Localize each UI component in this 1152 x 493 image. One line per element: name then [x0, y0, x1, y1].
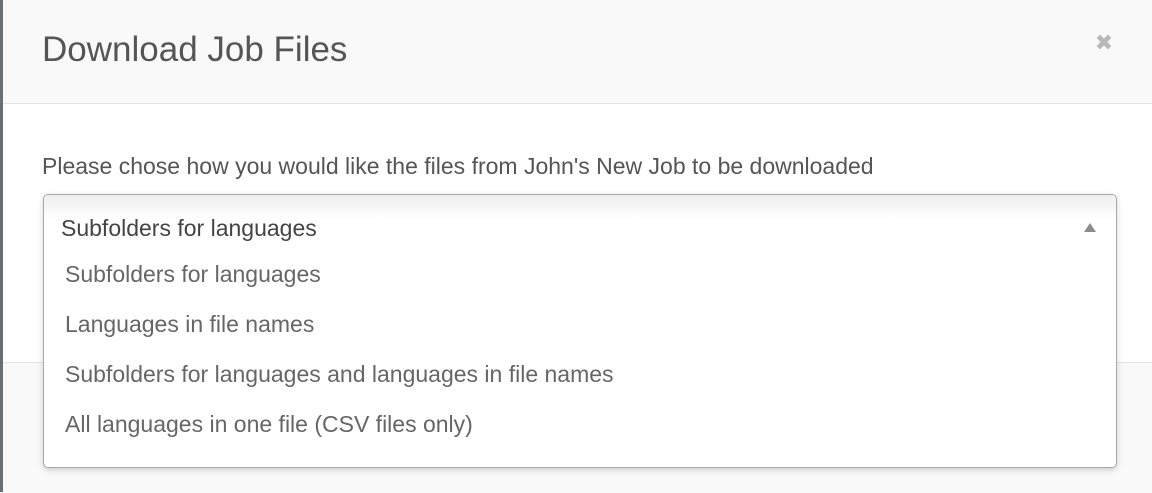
- arrow-up-icon[interactable]: [1084, 223, 1096, 232]
- select-option-subfolders-and-file-names[interactable]: Subfolders for languages and languages i…: [44, 349, 1116, 399]
- select-option-subfolders[interactable]: Subfolders for languages: [44, 249, 1116, 299]
- select-option-one-file-csv[interactable]: All languages in one file (CSV files onl…: [44, 399, 1116, 449]
- download-option-select[interactable]: Subfolders for languages Subfolders for …: [43, 194, 1117, 468]
- select-selected-label: Subfolders for languages: [61, 215, 317, 241]
- dialog-title: Download Job Files: [42, 30, 348, 69]
- select-option-file-names[interactable]: Languages in file names: [44, 299, 1116, 349]
- select-current-value[interactable]: Subfolders for languages: [44, 195, 1116, 249]
- download-job-files-dialog: Download Job Files ✖ Please chose how yo…: [3, 0, 1152, 493]
- close-icon[interactable]: ✖: [1092, 31, 1116, 55]
- select-options-list: Subfolders for languages Languages in fi…: [44, 249, 1116, 449]
- download-option-prompt: Please chose how you would like the file…: [42, 153, 874, 179]
- dialog-header: Download Job Files ✖: [3, 0, 1152, 104]
